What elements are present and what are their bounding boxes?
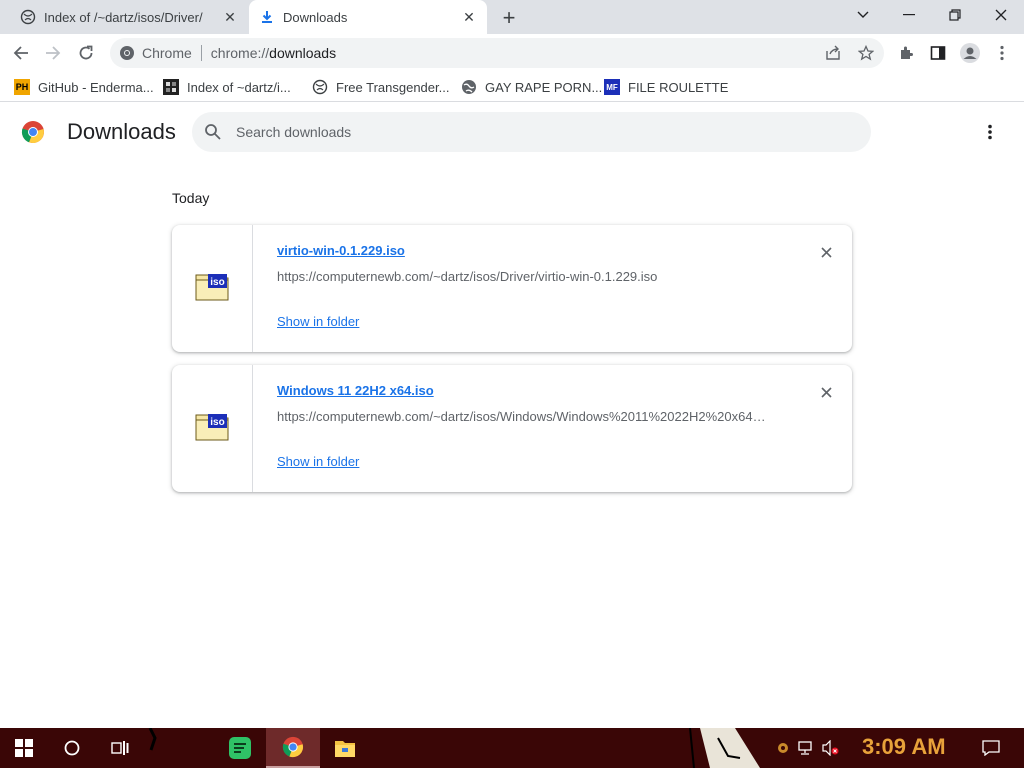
file-name-link[interactable]: Windows 11 22H2 x64.iso xyxy=(277,383,434,398)
download-icon-column: iso xyxy=(172,365,253,492)
site-label: Chrome xyxy=(142,45,192,61)
globe-icon xyxy=(461,79,477,95)
file-name-link[interactable]: virtio-win-0.1.229.iso xyxy=(277,243,405,258)
remove-download-icon[interactable] xyxy=(817,243,835,261)
bookmark-free-transgender[interactable]: Free Transgender... xyxy=(312,77,449,97)
search-icon xyxy=(204,123,222,141)
page-title: Downloads xyxy=(67,119,176,144)
back-button[interactable] xyxy=(8,40,34,66)
mf-icon: MF xyxy=(604,79,620,95)
profile-avatar-icon[interactable] xyxy=(957,40,983,66)
browser-toolbar: Chrome chrome://downloads xyxy=(0,34,1024,72)
restore-button[interactable] xyxy=(932,0,978,30)
downloads-page: Downloads Today iso virtio-win-0.1.229.i… xyxy=(0,103,1024,728)
task-view-icon[interactable] xyxy=(96,728,144,768)
tab-label: Index of /~dartz/isos/Driver/ xyxy=(44,9,203,25)
green-app-icon[interactable] xyxy=(216,728,264,768)
search-input[interactable] xyxy=(236,120,836,144)
bookmarks-bar: PH GitHub - Enderma... Index of ~dartz/i… xyxy=(0,72,1024,102)
remove-download-icon[interactable] xyxy=(817,383,835,401)
show-in-folder-link[interactable]: Show in folder xyxy=(277,314,359,329)
close-icon[interactable]: ✕ xyxy=(461,9,477,25)
chrome-logo-icon xyxy=(21,120,45,144)
side-panel-icon[interactable] xyxy=(925,40,951,66)
close-window-button[interactable] xyxy=(978,0,1024,30)
search-bar[interactable] xyxy=(192,112,871,152)
bookmark-label: Free Transgender... xyxy=(336,79,450,95)
iso-badge: iso xyxy=(210,417,224,428)
tray-app-icon[interactable] xyxy=(774,728,792,768)
bookmark-label: GAY RAPE PORN... xyxy=(485,79,603,95)
taskbar-chrome-button[interactable] xyxy=(266,728,320,768)
extensions-icon[interactable] xyxy=(893,40,919,66)
address-bar[interactable]: Chrome chrome://downloads xyxy=(110,38,884,68)
close-icon[interactable]: ✕ xyxy=(222,9,238,25)
start-button[interactable] xyxy=(0,728,48,768)
cortana-search-icon[interactable] xyxy=(48,728,96,768)
more-actions-icon[interactable] xyxy=(980,122,1000,142)
menu-kebab-icon[interactable] xyxy=(989,40,1015,66)
iso-badge: iso xyxy=(210,277,224,288)
share-icon[interactable] xyxy=(823,43,843,63)
bookmark-star-icon[interactable] xyxy=(856,43,876,63)
bookmark-label: GitHub - Enderma... xyxy=(38,79,154,95)
forward-button[interactable] xyxy=(40,40,66,66)
tab-index-of-driver[interactable]: Index of /~dartz/isos/Driver/ ✕ xyxy=(10,0,248,34)
iso-file-icon: iso xyxy=(195,271,229,301)
file-explorer-icon[interactable] xyxy=(321,728,369,768)
tab-downloads[interactable]: Downloads ✕ xyxy=(249,0,487,34)
file-source-url[interactable]: https://computernewb.com/~dartz/isos/Dri… xyxy=(277,269,657,284)
date-section-heading: Today xyxy=(172,190,210,206)
tab-strip: Index of /~dartz/isos/Driver/ ✕ Download… xyxy=(0,0,1024,34)
tab-search-chevron-icon[interactable] xyxy=(840,0,886,30)
bookmark-gay-rape-porn[interactable]: GAY RAPE PORN... xyxy=(461,77,602,97)
bookmark-label: FILE ROULETTE xyxy=(628,79,729,95)
download-icon xyxy=(259,9,275,25)
ph-icon: PH xyxy=(14,79,30,95)
taskbar-clock[interactable]: 3:09 AM xyxy=(862,734,946,760)
tab-label: Downloads xyxy=(283,9,348,25)
iso-file-icon: iso xyxy=(195,411,229,441)
chrome-icon xyxy=(119,45,135,61)
network-icon[interactable] xyxy=(796,728,818,768)
show-in-folder-link[interactable]: Show in folder xyxy=(277,454,359,469)
url-text: chrome://downloads xyxy=(210,45,337,61)
globe-icon xyxy=(20,9,36,25)
minimize-button[interactable] xyxy=(886,0,932,30)
new-tab-button[interactable]: + xyxy=(498,5,520,30)
reload-button[interactable] xyxy=(73,40,99,66)
globe-icon xyxy=(312,79,328,95)
bookmark-github[interactable]: PH GitHub - Enderma... xyxy=(14,77,154,97)
file-source-url[interactable]: https://computernewb.com/~dartz/isos/Win… xyxy=(277,409,766,424)
download-item: iso virtio-win-0.1.229.iso https://compu… xyxy=(172,225,852,352)
divider xyxy=(200,45,202,61)
notification-icon[interactable] xyxy=(970,728,1012,768)
bookmark-file-roulette[interactable]: MF FILE ROULETTE xyxy=(604,77,728,97)
volume-muted-icon[interactable] xyxy=(820,728,842,768)
windows-taskbar: 3:09 AM xyxy=(0,728,1024,768)
download-item: iso Windows 11 22H2 x64.iso https://comp… xyxy=(172,365,852,492)
download-icon-column: iso xyxy=(172,225,253,352)
bookmark-label: Index of ~dartz/i... xyxy=(187,79,291,95)
pixel-icon xyxy=(163,79,179,95)
bookmark-index-of-dartz[interactable]: Index of ~dartz/i... xyxy=(163,77,291,97)
